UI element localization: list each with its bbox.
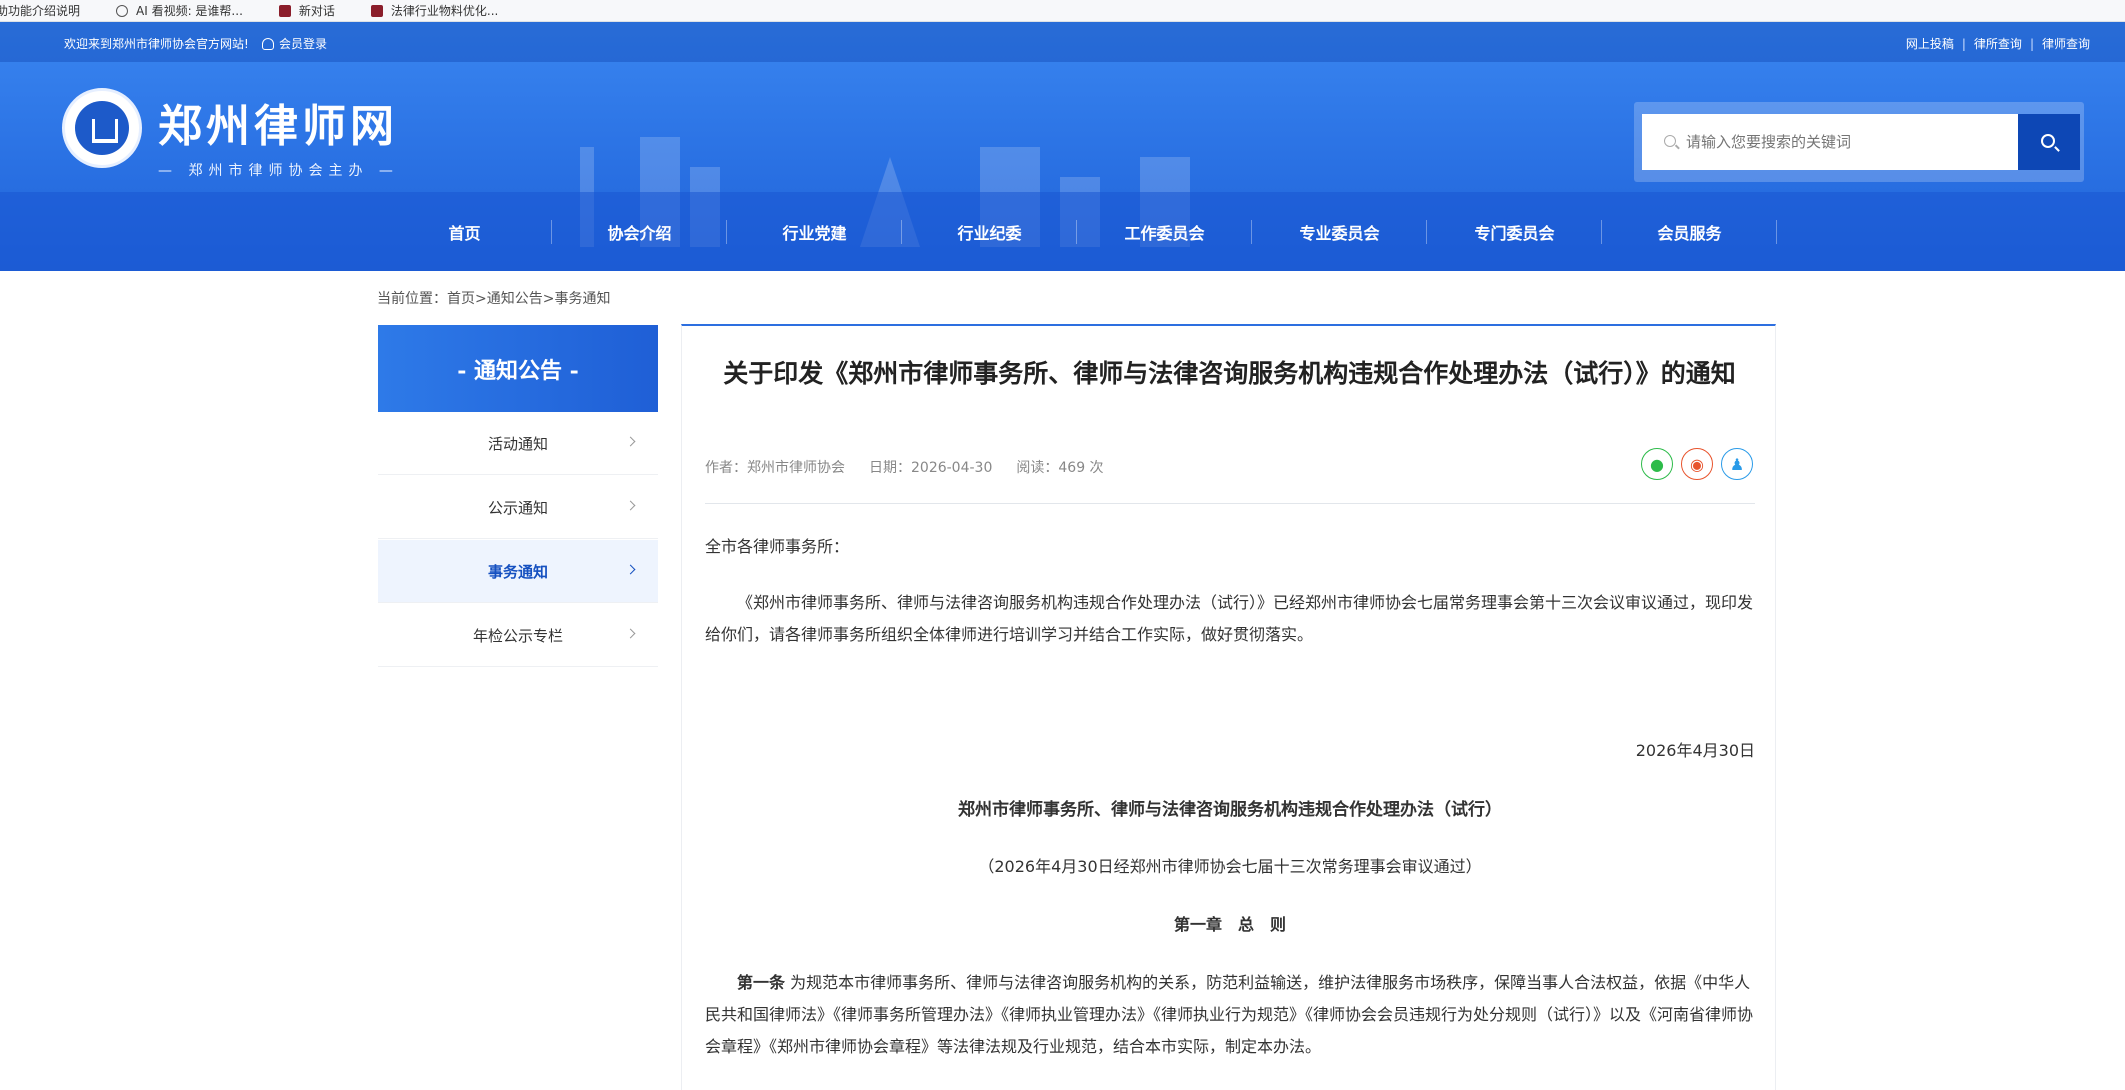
divider <box>705 503 1755 504</box>
article-date: 日期：2026-04-30 <box>869 460 993 476</box>
separator: | <box>1961 36 1966 51</box>
globe-icon <box>116 4 129 17</box>
salutation: 全市各律师事务所： <box>705 537 850 556</box>
weibo-icon[interactable]: ◉ <box>1681 448 1713 480</box>
bookmark-label: 助功能介绍说明 <box>0 4 81 18</box>
welcome-text: 欢迎来到郑州市律师协会官方网站! <box>64 37 249 51</box>
bookmark-label: 法律行业物料优化... <box>390 4 499 18</box>
site-favicon-icon <box>370 4 383 17</box>
brand[interactable]: 郑州律师网 — 郑州市律师协会主办 — <box>158 90 399 180</box>
document-title: 郑州市律师事务所、律师与法律咨询服务机构违规合作处理办法（试行） <box>958 800 1502 820</box>
nav-member-service[interactable]: 会员服务 <box>1602 192 1777 271</box>
nav-discipline[interactable]: 行业纪委 <box>902 192 1077 271</box>
sidebar-item-activity[interactable]: 活动通知 <box>378 412 658 475</box>
sidebar-item-publicity[interactable]: 公示通知 <box>378 476 658 539</box>
article-author: 作者：郑州市律师协会 <box>705 460 845 476</box>
chevron-right-icon <box>625 564 636 575</box>
separator: | <box>2029 36 2034 51</box>
sign-date: 2026年4月30日 <box>1635 741 1755 760</box>
chapter-heading: 第一章 总 则 <box>1173 915 1286 934</box>
search-input[interactable] <box>1686 130 2006 154</box>
user-icon <box>262 37 274 50</box>
breadcrumb[interactable]: 当前位置：首页>通知公告>事务通知 <box>377 288 610 308</box>
site-subtitle: — 郑州市律师协会主办 — <box>158 163 399 179</box>
member-login-label: 会员登录 <box>279 37 328 51</box>
sidebar-title: - 通知公告 - <box>378 325 658 412</box>
article-meta: 作者：郑州市律师协会 日期：2026-04-30 阅读：469 次 <box>705 457 1128 477</box>
bookmark-item[interactable]: 法律行业物料优化... <box>370 2 499 19</box>
bookmarks-bar: 助功能介绍说明 AI 看视频: 是谁帮... 新对话 法律行业物料优化... <box>0 0 2125 22</box>
nav-professional-committee[interactable]: 专业委员会 <box>1252 192 1427 271</box>
sidebar-item-affairs[interactable]: 事务通知 <box>378 540 658 603</box>
nav-work-committee[interactable]: 工作委员会 <box>1077 192 1252 271</box>
search-icon <box>1664 135 1676 147</box>
member-login-link[interactable]: 会员登录 <box>262 35 327 52</box>
share-buttons: ● ◉ ♟ <box>1633 448 1753 480</box>
site-name: 郑州律师网 <box>158 101 398 152</box>
lawyer-search-link[interactable]: 律师查询 <box>2042 35 2090 52</box>
paragraph: 《郑州市律师事务所、律师与法律咨询服务机构违规合作处理办法（试行）》已经郑州市律… <box>705 593 1754 644</box>
bookmark-item[interactable]: 新对话 <box>278 2 335 19</box>
sidebar-item-label: 年检公示专栏 <box>472 626 563 645</box>
chevron-right-icon <box>625 500 636 511</box>
site-favicon-icon <box>278 4 291 17</box>
search-icon <box>2041 134 2055 148</box>
bookmark-item[interactable]: AI 看视频: 是谁帮... <box>116 2 243 19</box>
nav-about[interactable]: 协会介绍 <box>552 192 727 271</box>
bookmark-item[interactable]: 助功能介绍说明 <box>0 2 80 19</box>
nav-home[interactable]: 首页 <box>377 192 552 271</box>
sidebar-item-label: 事务通知 <box>487 562 548 581</box>
search-area <box>1634 102 2084 182</box>
firm-search-link[interactable]: 律所查询 <box>1974 35 2022 52</box>
article-one-label: 第一条 <box>737 973 786 992</box>
sidebar-item-annual-check[interactable]: 年检公示专栏 <box>378 604 658 667</box>
site-header: 欢迎来到郑州市律师协会官方网站! 会员登录 网上投稿 | 律所查询 | 律师查询… <box>0 22 2125 271</box>
chevron-right-icon <box>625 628 636 639</box>
sidebar-item-label: 活动通知 <box>487 434 548 453</box>
association-logo[interactable] <box>62 88 142 168</box>
top-bar: 欢迎来到郑州市律师协会官方网站! 会员登录 网上投稿 | 律所查询 | 律师查询 <box>0 22 2125 62</box>
nav-party[interactable]: 行业党建 <box>727 192 902 271</box>
search-button[interactable] <box>2018 114 2080 170</box>
wechat-icon[interactable]: ● <box>1641 448 1673 480</box>
document-note: （2026年4月30日经郑州市律师协会七届十三次常务理事会审议通过） <box>978 857 1482 876</box>
search-box <box>1642 114 2018 170</box>
nav-special-committee[interactable]: 专门委员会 <box>1427 192 1602 271</box>
chevron-right-icon <box>625 436 636 447</box>
submit-article-link[interactable]: 网上投稿 <box>1906 35 1954 52</box>
article-one-text: 为规范本市律师事务所、律师与法律咨询服务机构的关系，防范利益输送，维护法律服务市… <box>705 973 1754 1056</box>
article-one: 第一条 为规范本市律师事务所、律师与法律咨询服务机构的关系，防范利益输送，维护法… <box>705 967 1755 1063</box>
article-panel: 关于印发《郑州市律师事务所、律师与法律咨询服务机构违规合作处理办法（试行）》的通… <box>681 324 1776 1090</box>
bookmark-label: 新对话 <box>298 4 335 18</box>
sidebar: - 通知公告 - 活动通知 公示通知 事务通知 年检公示专栏 <box>378 325 658 1090</box>
article-reads: 阅读：469 次 <box>1016 460 1104 476</box>
logo-emblem <box>75 101 129 155</box>
main-nav: 首页 协会介绍 行业党建 行业纪委 工作委员会 专业委员会 专门委员会 会员服务 <box>0 192 2125 271</box>
bookmark-label: AI 看视频: 是谁帮... <box>136 4 243 18</box>
top-links: 网上投稿 | 律所查询 | 律师查询 <box>1906 35 2090 52</box>
qq-icon[interactable]: ♟ <box>1721 448 1753 480</box>
article-title: 关于印发《郑州市律师事务所、律师与法律咨询服务机构违规合作处理办法（试行）》的通… <box>723 359 1736 388</box>
sidebar-item-label: 公示通知 <box>487 498 548 517</box>
